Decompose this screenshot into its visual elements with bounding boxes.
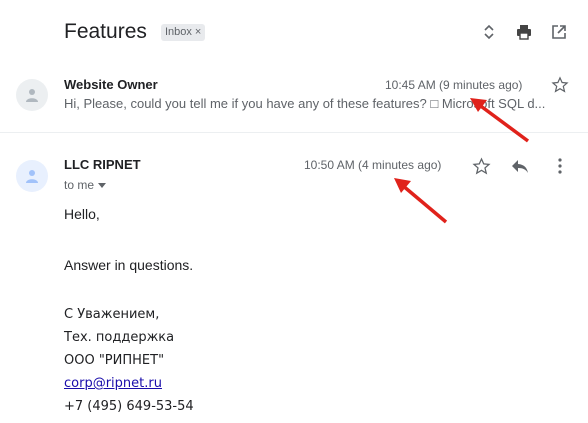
body-line: Answer in questions. bbox=[64, 257, 194, 273]
open-in-new-window-icon[interactable] bbox=[548, 21, 570, 43]
reply-icon[interactable] bbox=[509, 155, 531, 177]
chevron-down-icon bbox=[98, 182, 107, 188]
avatar bbox=[16, 79, 48, 111]
thread-subject: Features bbox=[64, 20, 147, 43]
signature-line: ООО "РИПНЕТ" bbox=[64, 353, 165, 368]
label-text: Inbox bbox=[165, 26, 192, 38]
star-icon[interactable] bbox=[550, 75, 570, 95]
red-arrow bbox=[394, 178, 448, 224]
signature-line: Тех. поддержка bbox=[64, 330, 175, 345]
collapsed-message-row[interactable] bbox=[0, 66, 588, 122]
person-icon bbox=[26, 89, 38, 102]
avatar bbox=[16, 160, 48, 192]
recipient-text: to me bbox=[64, 178, 95, 192]
more-options-icon[interactable] bbox=[549, 155, 571, 177]
print-icon[interactable] bbox=[513, 21, 535, 43]
message-time: 10:50 AM (4 minutes ago) bbox=[304, 158, 442, 172]
recipient-details-toggle[interactable]: to me bbox=[64, 178, 107, 192]
remove-label-icon[interactable]: × bbox=[195, 24, 201, 41]
sender-name: Website Owner bbox=[64, 77, 158, 92]
expand-collapse-icon[interactable] bbox=[478, 21, 500, 43]
inbox-label-chip[interactable]: Inbox × bbox=[161, 24, 206, 41]
email-link[interactable]: corp@ripnet.ru bbox=[64, 376, 162, 391]
person-icon bbox=[26, 170, 38, 183]
body-greeting: Hello, bbox=[64, 206, 100, 222]
sender-name: LLC RIPNET bbox=[64, 157, 141, 172]
star-icon[interactable] bbox=[470, 155, 492, 177]
message-time: 10:45 AM (9 minutes ago) bbox=[385, 78, 523, 92]
signature-line: С Уважением, bbox=[64, 307, 160, 322]
signature-phone: +7 (495) 649-53-54 bbox=[64, 399, 194, 414]
message-snippet: Hi, Please, could you tell me if you hav… bbox=[64, 96, 546, 111]
message-divider bbox=[0, 132, 588, 133]
